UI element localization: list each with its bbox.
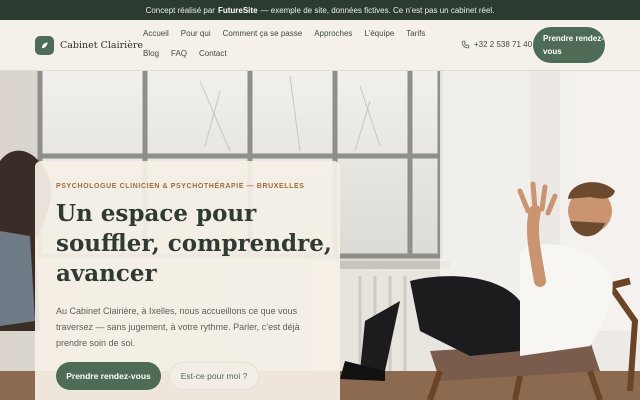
hero-description: Au Cabinet Clairière, à Ixelles, nous ac… (56, 306, 300, 348)
hero-eyebrow: PSYCHOLOGUE CLINICIEN & PSYCHOTHÉRAPIE —… (56, 183, 305, 190)
notice-brand: FutureSite (217, 5, 258, 15)
book-appointment-button[interactable]: Prendre rendez-vous (533, 27, 605, 63)
phone-number: +32 2 538 71 40 (474, 40, 533, 49)
notice-bar: Concept réalisé par FutureSite — exemple… (0, 0, 640, 20)
nav-item-blog[interactable]: Blog (143, 47, 159, 61)
hero-title: Un espace pour souffler, comprendre, ava… (56, 200, 332, 287)
nav-item-contact[interactable]: Contact (199, 47, 227, 61)
notice-prefix: Concept réalisé par (145, 5, 215, 15)
nav-item-pour-qui[interactable]: Pour qui (181, 27, 211, 41)
hero-is-it-for-me-button[interactable]: Est-ce pour moi ? (169, 362, 259, 390)
nav-item-tarifs[interactable]: Tarifs (406, 27, 425, 41)
nav-item-faq[interactable]: FAQ (171, 47, 187, 61)
phone-link[interactable]: +32 2 538 71 40 (461, 40, 532, 49)
nav-item-accueil[interactable]: Accueil (143, 27, 169, 41)
hero: PSYCHOLOGUE CLINICIEN & PSYCHOTHÉRAPIE —… (0, 71, 640, 400)
main-nav: Accueil Pour qui Comment ça se passe App… (143, 27, 453, 61)
phone-icon (461, 40, 470, 49)
nav-item-comment[interactable]: Comment ça se passe (223, 27, 303, 41)
site-header: Cabinet Clairière Accueil Pour qui Comme… (0, 20, 640, 71)
logo-text: Cabinet Clairière (60, 40, 144, 51)
nav-item-equipe[interactable]: L’équipe (364, 27, 394, 41)
leaf-icon (35, 36, 54, 55)
notice-suffix: — exemple de site, données fictives. Ce … (260, 5, 495, 15)
nav-item-approches[interactable]: Approches (314, 27, 352, 41)
hero-card: PSYCHOLOGUE CLINICIEN & PSYCHOTHÉRAPIE —… (35, 161, 340, 400)
logo[interactable]: Cabinet Clairière (35, 36, 143, 55)
hero-book-button[interactable]: Prendre rendez-vous (56, 362, 161, 390)
